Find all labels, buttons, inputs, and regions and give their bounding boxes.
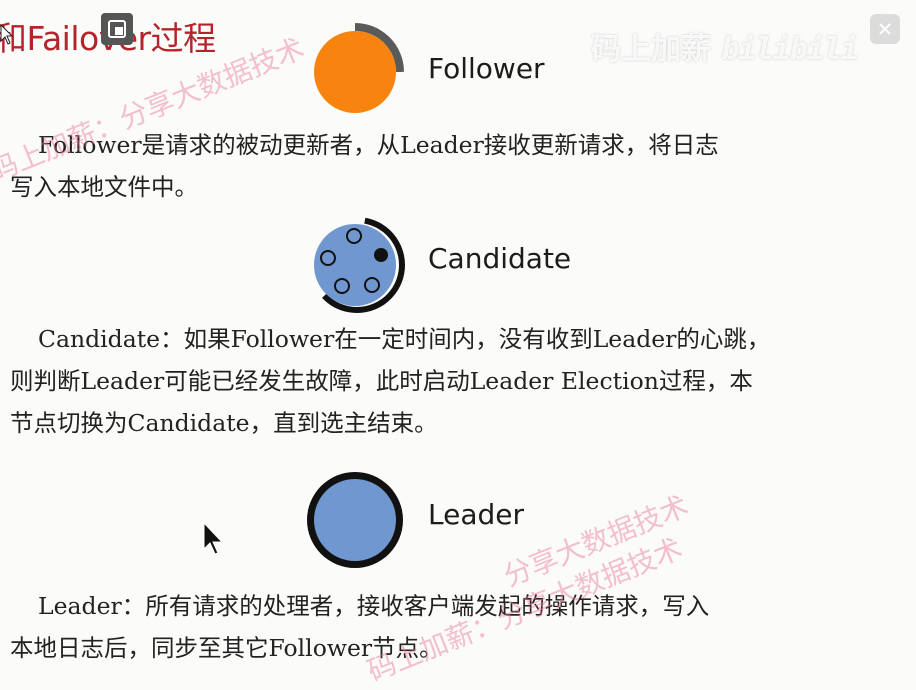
- mouse-cursor-icon: [0, 24, 14, 45]
- leader-label: Leader: [428, 498, 525, 531]
- candidate-node-icon: [309, 217, 405, 313]
- mouse-pointer-icon: [203, 522, 224, 555]
- leader-node-icon: [307, 472, 403, 568]
- follower-label: Follower: [428, 52, 545, 85]
- close-icon: [879, 23, 891, 35]
- brand-watermark: 码上加薪 bilibili: [591, 24, 859, 68]
- bilibili-logo: bilibili: [721, 32, 859, 67]
- candidate-label: Candidate: [428, 242, 572, 275]
- candidate-line-2: 则判断Leader可能已经发生故障，此时启动Leader Election过程，…: [10, 367, 753, 395]
- close-button[interactable]: [870, 14, 900, 44]
- brand-text: 码上加薪: [591, 32, 712, 67]
- candidate-line-3: 节点切换为Candidate，直到选主结束。: [10, 409, 438, 437]
- follower-node-icon: [306, 23, 404, 121]
- picture-in-picture-icon: [108, 20, 126, 38]
- candidate-description: Candidate：如果Follower在一定时间内，没有收到Leader的心跳…: [10, 318, 770, 444]
- candidate-line-1: Candidate：如果Follower在一定时间内，没有收到Leader的心跳…: [38, 325, 771, 353]
- leader-line-2: 本地日志后，同步至其它Follower节点。: [10, 634, 443, 662]
- pip-button[interactable]: [101, 13, 133, 45]
- follower-line-2: 写入本地文件中。: [10, 173, 198, 201]
